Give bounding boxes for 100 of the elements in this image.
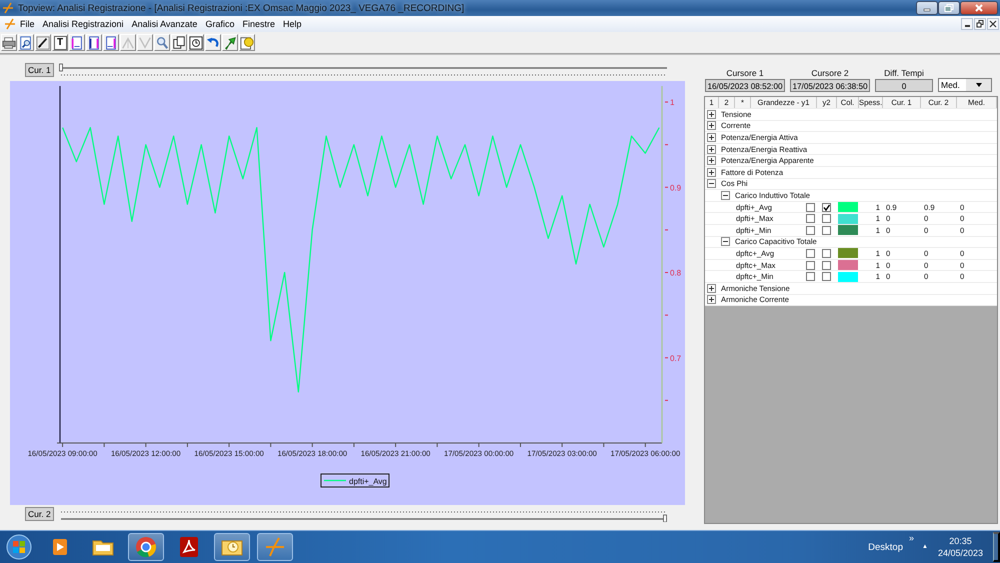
magnifier-icon — [155, 36, 169, 50]
expand-toggle[interactable] — [721, 190, 730, 200]
printer-icon — [2, 36, 16, 50]
expand-toggle[interactable] — [707, 295, 716, 304]
app-icon — [2, 2, 14, 14]
color-swatch[interactable] — [838, 202, 858, 212]
close-button[interactable] — [960, 0, 998, 14]
plus-icon — [708, 110, 715, 118]
dropdown-arrow-icon — [976, 83, 982, 87]
minimize-button[interactable] — [916, 0, 938, 14]
checkbox[interactable] — [822, 226, 830, 235]
checkbox[interactable] — [806, 260, 815, 270]
restore-button[interactable] — [938, 0, 960, 14]
restore-icon — [976, 20, 984, 28]
clock-time[interactable]: 20:35 — [949, 536, 972, 546]
mode-dropdown[interactable]: Med. — [938, 78, 992, 92]
browser-icon — [134, 535, 158, 559]
page-left-button[interactable] — [69, 34, 85, 51]
plus-icon — [708, 122, 715, 130]
value-field: 0 — [875, 79, 933, 92]
value-field: 16/05/2023 08:52:00 — [705, 79, 785, 92]
checkbox[interactable] — [806, 248, 815, 258]
page-magnifier-icon — [19, 36, 33, 50]
color-swatch[interactable] — [838, 260, 858, 270]
checkbox[interactable] — [806, 202, 815, 212]
restore-button[interactable] — [974, 18, 986, 30]
windows-logo-icon — [6, 534, 32, 560]
expand-toggle[interactable] — [707, 168, 716, 177]
menu-item[interactable]: Finestre — [238, 18, 279, 30]
undo-button[interactable] — [205, 34, 221, 51]
color-swatch[interactable] — [838, 214, 858, 224]
clock-date[interactable]: 24/05/2023 — [938, 548, 983, 558]
expand-toggle[interactable] — [707, 144, 716, 154]
app-icon — [4, 18, 16, 30]
show-desktop-button[interactable] — [993, 532, 1000, 562]
text-button[interactable]: T — [52, 34, 68, 51]
expand-toggle[interactable] — [707, 132, 716, 142]
mail-taskbar-button[interactable] — [214, 533, 250, 561]
field-label: Diff. Tempi — [884, 68, 924, 78]
menu-item[interactable]: File — [16, 18, 39, 30]
cursor-label: Cur. 1 — [25, 63, 54, 77]
checkbox[interactable] — [822, 248, 830, 258]
clock-icon — [189, 36, 203, 50]
y-tick-label: 1 — [670, 98, 674, 108]
checkbox[interactable] — [822, 214, 830, 224]
menu-item[interactable]: Grafico — [201, 18, 238, 30]
preview-button[interactable] — [18, 34, 34, 51]
expand-toggle[interactable] — [707, 156, 716, 166]
close-icon — [974, 4, 984, 12]
pen-icon — [36, 36, 50, 50]
export-button[interactable] — [222, 34, 238, 51]
page-right-button[interactable] — [103, 34, 119, 51]
color-swatch[interactable] — [838, 272, 858, 282]
undo-icon — [206, 36, 220, 50]
field-label: Cursore 1 — [726, 68, 764, 78]
zoom-button[interactable] — [154, 34, 170, 51]
chevron-button[interactable]: » — [908, 533, 914, 543]
checkbox[interactable] — [806, 226, 815, 235]
close-button[interactable] — [987, 18, 999, 30]
help-button[interactable] — [239, 34, 255, 51]
checkbox[interactable] — [822, 202, 830, 212]
checkbox[interactable] — [822, 260, 830, 270]
pages-icon — [172, 36, 186, 50]
menu-item[interactable]: Analisi Registrazioni — [38, 18, 128, 30]
field-label: Cursore 2 — [811, 68, 849, 78]
start-button[interactable] — [6, 534, 32, 560]
expand-toggle[interactable] — [707, 284, 716, 293]
restore-icon — [944, 4, 954, 12]
page-icon — [87, 36, 101, 50]
menu-item[interactable]: Analisi Avanzate — [128, 18, 202, 30]
slider-thumb[interactable] — [662, 514, 667, 522]
menu-item[interactable]: Help — [278, 18, 306, 30]
pdf-icon — [177, 535, 201, 559]
checkbox[interactable] — [822, 272, 830, 282]
slider-thumb[interactable] — [58, 64, 63, 72]
desktop-toolbar-label[interactable]: Desktop — [868, 542, 903, 552]
expand-toggle[interactable] — [707, 121, 716, 130]
peak-icon — [121, 36, 135, 50]
slider-track[interactable] — [56, 62, 669, 78]
expand-toggle[interactable] — [707, 179, 716, 188]
print-button[interactable] — [1, 34, 17, 51]
expand-toggle[interactable] — [707, 110, 716, 119]
page-icon — [104, 36, 118, 50]
color-swatch[interactable] — [838, 248, 858, 258]
browser-taskbar-button[interactable] — [128, 533, 164, 561]
plus-icon — [708, 157, 715, 164]
valley-icon — [138, 36, 152, 50]
page-both-button[interactable] — [86, 34, 102, 51]
plus-icon — [708, 146, 715, 153]
cursor-label: Cur. 2 — [25, 507, 54, 521]
checkbox[interactable] — [806, 272, 815, 282]
clock-button[interactable] — [188, 34, 204, 51]
expand-toggle[interactable] — [721, 237, 730, 246]
copy-button[interactable] — [171, 34, 187, 51]
color-swatch[interactable] — [838, 225, 858, 236]
pen-button[interactable] — [35, 34, 51, 51]
topview-taskbar-button[interactable] — [257, 533, 293, 561]
minimize-icon — [964, 25, 970, 27]
minimize-button[interactable] — [961, 18, 973, 30]
checkbox[interactable] — [806, 214, 815, 224]
